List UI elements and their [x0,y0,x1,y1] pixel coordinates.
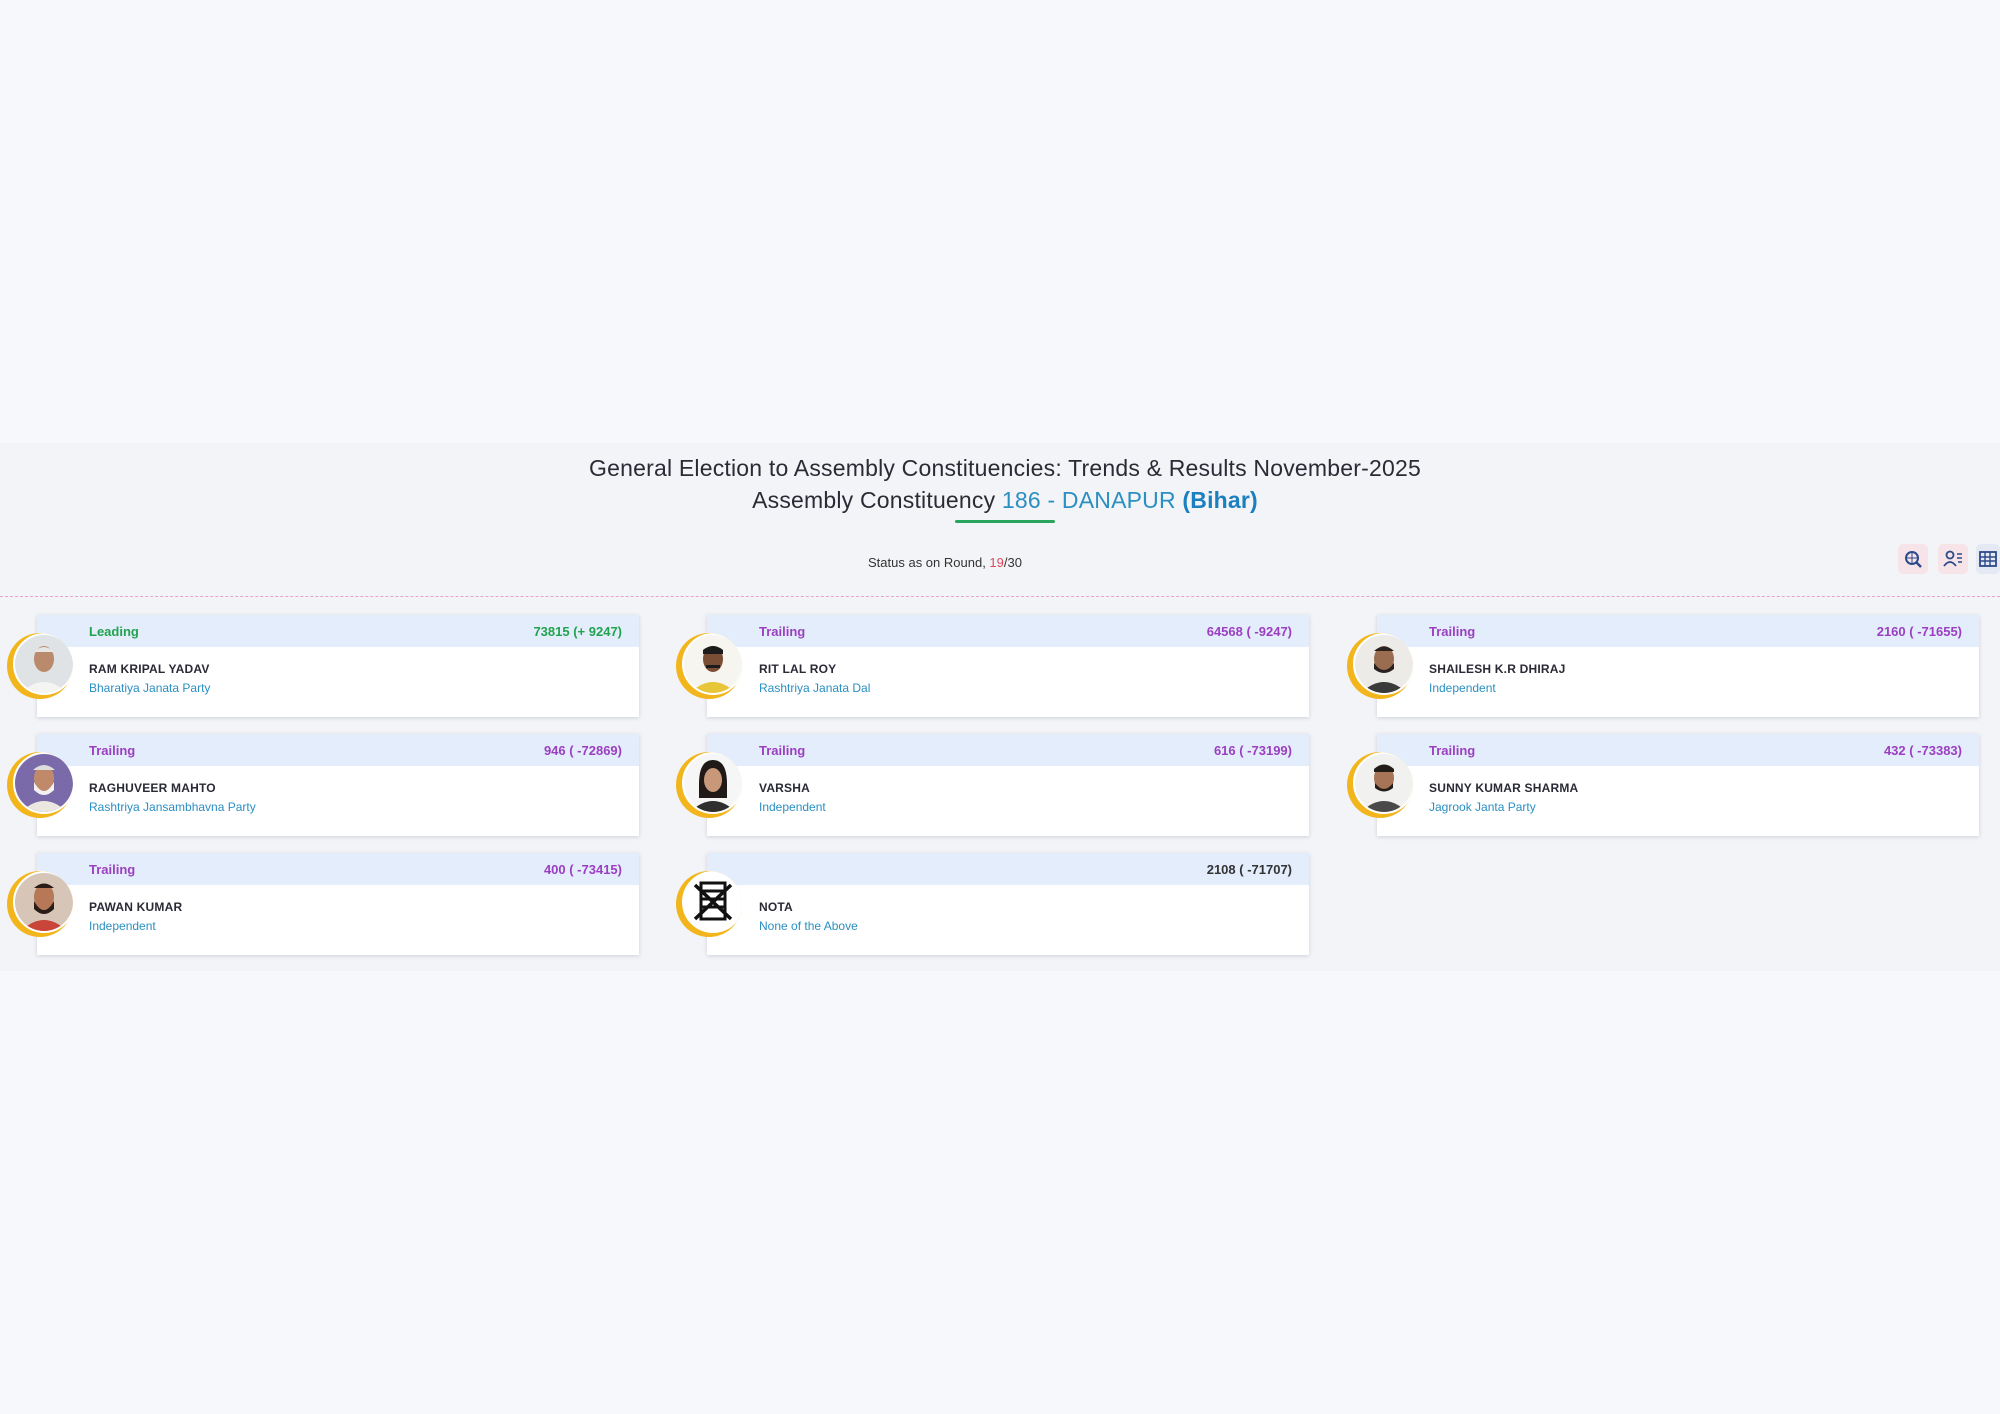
constituency-number-name: 186 - DANAPUR [1001,487,1176,513]
candidate-photo [7,752,73,818]
candidate-card[interactable]: Trailing 946 ( -72869) RAGHUVEER MAHTO R… [37,734,639,836]
candidate-votes: 64568 ( -9247) [1206,624,1292,639]
candidate-name: RAM KRIPAL YADAV [89,662,210,676]
section-divider [0,596,2000,597]
constituency-prefix: Assembly Constituency [752,487,1002,513]
candidate-card[interactable]: Trailing 2160 ( -71655) SHAILESH K.R DHI… [1377,615,1979,717]
candidate-photo [1347,752,1413,818]
candidate-card-nota[interactable]: 2108 ( -71707) NOTA None of the Above [707,853,1309,955]
constituency-state: (Bihar) [1182,487,1258,513]
candidate-name: VARSHA [759,781,810,795]
page-title: General Election to Assembly Constituenc… [589,455,1421,481]
candidate-party: Independent [89,919,156,933]
candidate-status: Leading [89,624,139,639]
candidate-photo [676,633,742,699]
candidate-photo [676,752,742,818]
candidate-name: RIT LAL ROY [759,662,837,676]
user-list-icon[interactable] [1938,544,1968,574]
candidate-card[interactable]: Trailing 400 ( -73415) PAWAN KUMAR Indep… [37,853,639,955]
candidate-card[interactable]: Trailing 64568 ( -9247) RIT LAL ROY Rash… [707,615,1309,717]
candidate-party: Rashtriya Janata Dal [759,681,871,695]
candidate-party: Rashtriya Jansambhavna Party [89,800,256,814]
candidate-photo [1347,633,1413,699]
title-underline [955,520,1055,523]
candidate-name: RAGHUVEER MAHTO [89,781,216,795]
candidate-party: Independent [1429,681,1496,695]
candidate-votes: 616 ( -73199) [1213,743,1292,758]
table-grid-icon[interactable] [1976,544,2000,574]
nota-ballot-icon [676,871,742,937]
round-current: 19 [989,555,1004,570]
candidate-party: Bharatiya Janata Party [89,681,211,695]
candidate-photo [7,871,73,937]
round-total: /30 [1003,555,1022,570]
candidate-status: Trailing [89,862,136,877]
round-status: Status as on Round, 19/30 [868,555,1022,570]
round-status-label: Status as on Round, [868,555,990,570]
candidate-votes: 73815 (+ 9247) [533,624,622,639]
candidate-card[interactable]: Leading 73815 (+ 9247) RAM KRIPAL YADAV … [37,615,639,717]
candidate-name: NOTA [759,900,793,914]
candidate-status: Trailing [1429,743,1476,758]
candidate-status: Trailing [1429,624,1476,639]
candidate-name: SHAILESH K.R DHIRAJ [1429,662,1566,676]
candidate-votes: 2108 ( -71707) [1206,862,1292,877]
candidate-party: Jagrook Janta Party [1429,800,1536,814]
candidate-party: None of the Above [759,919,858,933]
candidate-card[interactable]: Trailing 432 ( -73383) SUNNY KUMAR SHARM… [1377,734,1979,836]
candidate-status: Trailing [759,624,806,639]
candidate-photo [7,633,73,699]
candidate-status: Trailing [759,743,806,758]
candidate-party: Independent [759,800,826,814]
candidate-card[interactable]: Trailing 616 ( -73199) VARSHA Independen… [707,734,1309,836]
candidate-name: PAWAN KUMAR [89,900,183,914]
candidate-votes: 2160 ( -71655) [1876,624,1962,639]
candidate-votes: 946 ( -72869) [543,743,622,758]
globe-search-icon[interactable] [1898,544,1928,574]
candidate-votes: 400 ( -73415) [543,862,622,877]
candidate-status: Trailing [89,743,136,758]
constituency-title: Assembly Constituency 186 - DANAPUR (Bih… [0,487,2000,514]
candidate-name: SUNNY KUMAR SHARMA [1429,781,1579,795]
candidate-votes: 432 ( -73383) [1883,743,1962,758]
